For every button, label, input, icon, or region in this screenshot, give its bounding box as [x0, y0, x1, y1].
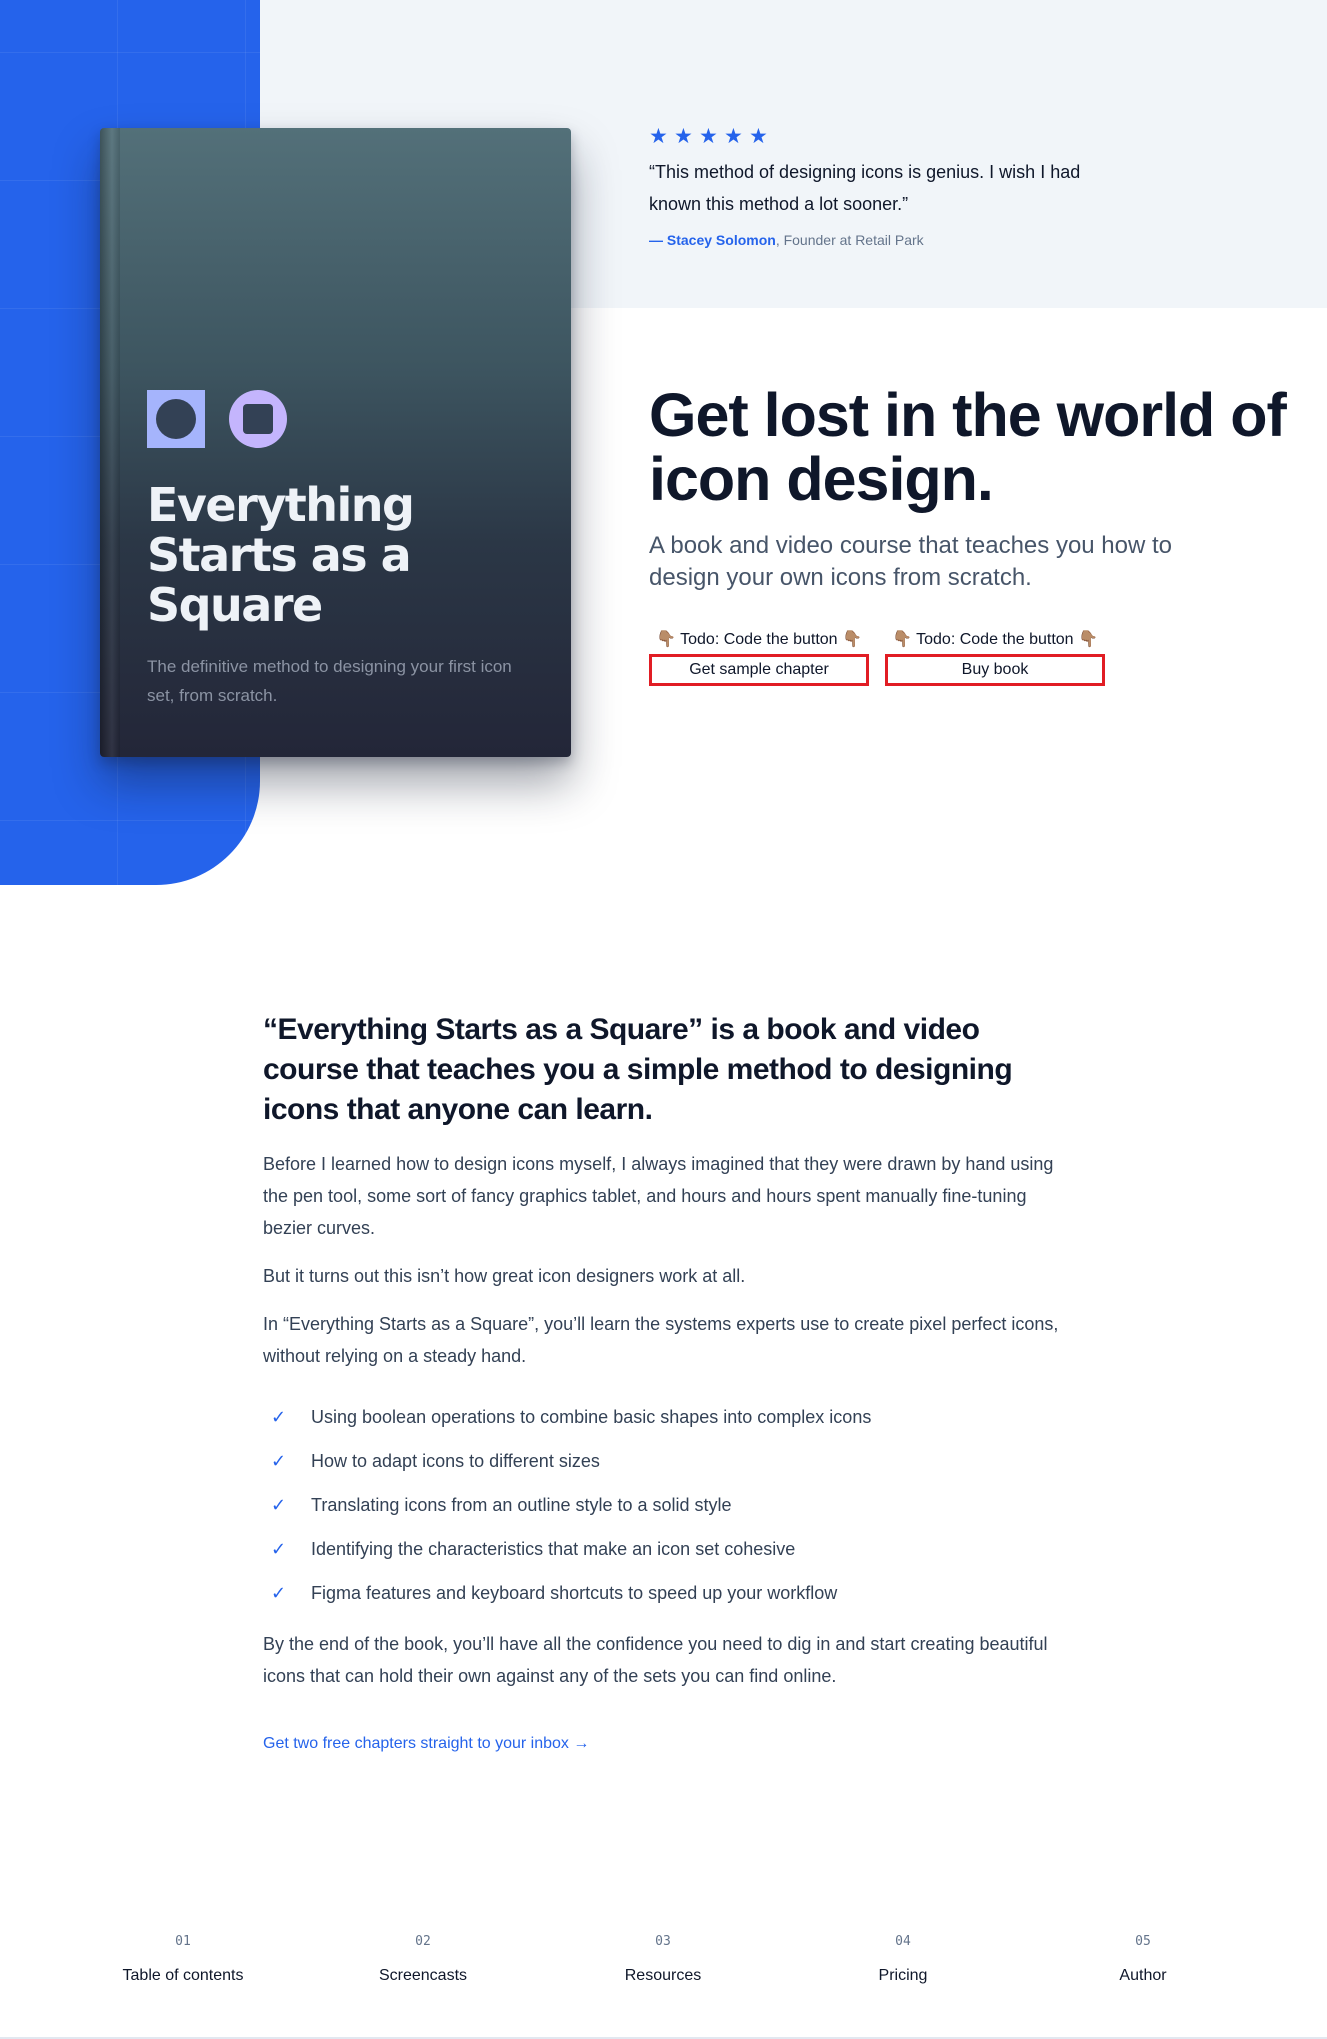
nav-item-number: 04	[895, 1934, 911, 1949]
book-title: Everything Starts as a Square	[147, 478, 415, 632]
intro-heading: “Everything Starts as a Square” is a boo…	[263, 1013, 1013, 1126]
checkmark-icon: ✓	[271, 1406, 287, 1428]
get-sample-chapter-button[interactable]: Get sample chapter	[649, 654, 869, 686]
square-cutout-icon	[243, 404, 273, 434]
nav-item-label: Pricing	[878, 1967, 928, 1984]
circle-shape-icon	[229, 390, 287, 448]
sample-chapter-group: 👇🏽 Todo: Code the button 👇🏽 Get sample c…	[649, 628, 869, 686]
author-name: — Stacey Solomon	[649, 232, 776, 248]
nav-item-label: Table of contents	[122, 1967, 244, 1984]
checklist-item: ✓ Figma features and keyboard shortcuts …	[263, 1577, 1073, 1609]
nav-item-number: 03	[655, 1934, 671, 1949]
buy-book-group: 👇🏽 Todo: Code the button 👇🏽 Buy book	[885, 628, 1105, 686]
nav-item-label: Screencasts	[378, 1967, 468, 1984]
free-chapters-link[interactable]: Get two free chapters straight to your i…	[263, 1732, 589, 1756]
nav-item-table-of-contents[interactable]: 01 Table of contents	[63, 1930, 303, 1988]
nav-item-number: 01	[175, 1934, 191, 1949]
book-subtitle: The definitive method to designing your …	[147, 657, 512, 705]
checkmark-icon: ✓	[271, 1582, 287, 1604]
nav-item-number: 05	[1135, 1934, 1151, 1949]
nav-item-label: Resources	[624, 1967, 702, 1984]
rating-stars: ★ ★ ★ ★ ★	[649, 124, 771, 148]
hero-lead: A book and video course that teaches you…	[649, 532, 1173, 591]
feature-checklist: ✓ Using boolean operations to combine ba…	[263, 1401, 1073, 1609]
testimonial-author: — Stacey Solomon, Founder at Retail Park	[649, 231, 924, 249]
star-icon: ★	[699, 124, 718, 148]
checkmark-icon: ✓	[271, 1494, 287, 1516]
checklist-item: ✓ Identifying the characteristics that m…	[263, 1533, 1073, 1565]
square-shape-icon	[147, 390, 205, 448]
checklist-text: Figma features and keyboard shortcuts to…	[311, 1582, 838, 1603]
intro-paragraph: Before I learned how to design icons mys…	[263, 1154, 1054, 1238]
book-cover: Everything Starts as a Square The defini…	[100, 128, 571, 757]
page-headline: Get lost in the world of icon design.	[649, 381, 1287, 513]
checklist-text: Translating icons from an outline style …	[311, 1494, 732, 1515]
todo-label: 👇🏽 Todo: Code the button 👇🏽	[892, 631, 1098, 648]
checklist-item: ✓ Using boolean operations to combine ba…	[263, 1401, 1073, 1433]
star-icon: ★	[649, 124, 668, 148]
checklist-text: How to adapt icons to different sizes	[311, 1450, 600, 1471]
intro-paragraph: But it turns out this isn’t how great ic…	[263, 1266, 746, 1286]
book-spine	[100, 128, 120, 757]
nav-item-screencasts[interactable]: 02 Screencasts	[303, 1930, 543, 1988]
nav-item-pricing[interactable]: 04 Pricing	[783, 1930, 1023, 1988]
checklist-item: ✓ Translating icons from an outline styl…	[263, 1489, 1073, 1521]
checklist-text: Identifying the characteristics that mak…	[311, 1538, 796, 1559]
nav-item-resources[interactable]: 03 Resources	[543, 1930, 783, 1988]
intro-paragraph: In “Everything Starts as a Square”, you’…	[263, 1314, 1059, 1366]
hero-section: Everything Starts as a Square The defini…	[0, 0, 1327, 885]
checkmark-icon: ✓	[271, 1450, 287, 1472]
star-icon: ★	[724, 124, 743, 148]
buy-book-button[interactable]: Buy book	[885, 654, 1105, 686]
author-role: , Founder at Retail Park	[775, 232, 924, 248]
checklist-item: ✓ How to adapt icons to different sizes	[263, 1445, 1073, 1477]
nav-item-label: Author	[1119, 1967, 1167, 1984]
circle-cutout-icon	[156, 399, 196, 439]
closing-paragraph: By the end of the book, you’ll have all …	[263, 1634, 1048, 1686]
star-icon: ★	[749, 124, 768, 148]
star-icon: ★	[674, 124, 693, 148]
section-navigation: 01 Table of contents 02 Screencasts 03 R…	[0, 1930, 1327, 2039]
nav-item-number: 02	[415, 1934, 431, 1949]
todo-label: 👇🏽 Todo: Code the button 👇🏽	[656, 631, 862, 648]
nav-item-author[interactable]: 05 Author	[1023, 1930, 1263, 1988]
testimonial-quote: “This method of designing icons is geniu…	[649, 162, 1081, 214]
intro-section: “Everything Starts as a Square” is a boo…	[263, 1010, 1073, 1756]
checkmark-icon: ✓	[271, 1538, 287, 1560]
checklist-text: Using boolean operations to combine basi…	[311, 1406, 872, 1427]
